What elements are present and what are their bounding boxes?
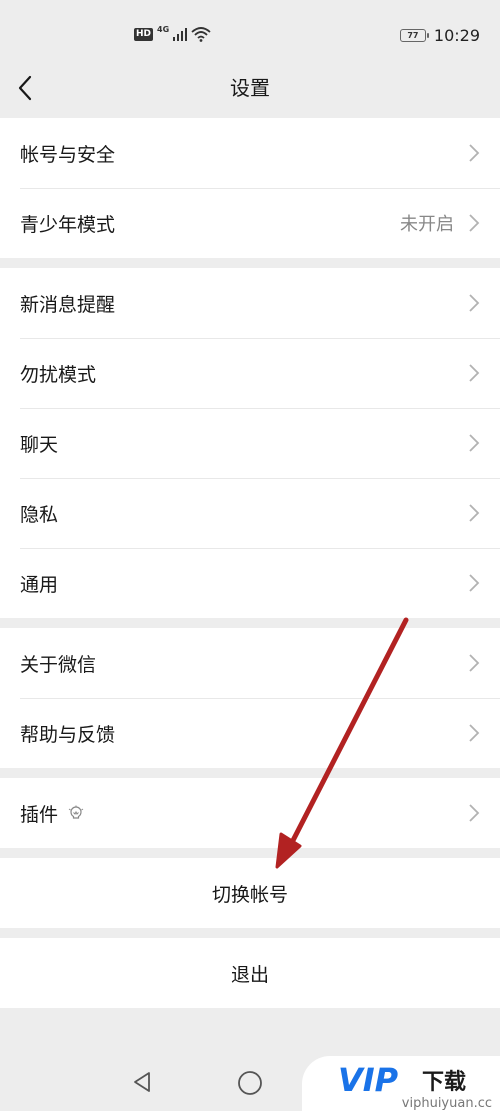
- logout-label: 退出: [230, 963, 269, 986]
- home-circle-icon[interactable]: [237, 1070, 263, 1096]
- watermark: VIP 下载 viphuiyuan.cc: [302, 1056, 500, 1111]
- settings-item-label: 隐私: [20, 503, 59, 526]
- battery-level: 77: [407, 30, 419, 40]
- settings-item-notifications[interactable]: 新消息提醒: [0, 268, 500, 338]
- teen-mode-status: 未开启: [400, 214, 454, 235]
- chevron-right-icon: [469, 654, 480, 672]
- chevron-right-icon: [469, 364, 480, 382]
- settings-item-label: 帐号与安全: [20, 143, 116, 166]
- chevron-right-icon: [469, 804, 480, 822]
- chevron-right-icon: [469, 724, 480, 742]
- switch-account-label: 切换帐号: [211, 883, 288, 906]
- settings-item-label: 插件: [20, 803, 59, 826]
- settings-item-do-not-disturb[interactable]: 勿扰模式: [0, 338, 500, 408]
- settings-item-label: 通用: [20, 573, 59, 596]
- logout-button[interactable]: 退出: [0, 938, 500, 1008]
- plugin-bulb-icon: [68, 805, 84, 819]
- settings-item-general[interactable]: 通用: [0, 548, 500, 618]
- vip-logo: VIP 下载: [338, 1062, 466, 1096]
- settings-item-label: 帮助与反馈: [20, 723, 116, 746]
- network-type: 4G: [157, 25, 170, 34]
- settings-item-teen-mode[interactable]: 青少年模式 未开启: [0, 188, 500, 258]
- settings-item-account-security[interactable]: 帐号与安全: [0, 118, 500, 188]
- status-right: 77 10:29: [399, 26, 480, 45]
- clock: 10:29: [433, 26, 480, 45]
- hd-icon: HD: [134, 28, 154, 41]
- vip-logo-suffix: 下载: [422, 1069, 466, 1095]
- chevron-right-icon: [469, 434, 480, 452]
- settings-group-about: 关于微信 帮助与反馈: [0, 628, 500, 768]
- settings-group-account: 帐号与安全 青少年模式 未开启: [0, 118, 500, 258]
- settings-item-label: 聊天: [20, 433, 59, 456]
- settings-item-label: 勿扰模式: [20, 363, 97, 386]
- nav-bar: 设置: [0, 72, 500, 118]
- chevron-right-icon: [469, 504, 480, 522]
- settings-item-privacy[interactable]: 隐私: [0, 478, 500, 548]
- settings-item-chat[interactable]: 聊天: [0, 408, 500, 478]
- signal-icon: [173, 28, 188, 41]
- chevron-right-icon: [469, 574, 480, 592]
- chevron-right-icon: [469, 144, 480, 162]
- wifi-icon: [191, 27, 211, 42]
- settings-item-about-wechat[interactable]: 关于微信: [0, 628, 500, 698]
- settings-item-label: 关于微信: [20, 653, 97, 676]
- status-icons: HD 4G: [134, 25, 211, 42]
- settings-item-label: 青少年模式: [20, 213, 116, 236]
- status-bar: HD 4G 77 10:29: [0, 0, 500, 72]
- settings-item-help-feedback[interactable]: 帮助与反馈: [0, 698, 500, 768]
- chevron-right-icon: [469, 294, 480, 312]
- vip-logo-text: VIP: [338, 1062, 399, 1096]
- switch-account-button[interactable]: 切换帐号: [0, 858, 500, 928]
- chevron-right-icon: [469, 214, 480, 232]
- settings-item-label: 新消息提醒: [20, 293, 116, 316]
- settings-group-plugins: 插件: [0, 778, 500, 848]
- back-triangle-icon[interactable]: [130, 1070, 154, 1094]
- page-title: 设置: [230, 76, 270, 100]
- battery-icon: 77: [399, 29, 429, 42]
- settings-group-general: 新消息提醒 勿扰模式 聊天 隐私 通用: [0, 268, 500, 618]
- watermark-url: viphuiyuan.cc: [401, 1096, 492, 1111]
- settings-item-plugins[interactable]: 插件: [0, 778, 500, 848]
